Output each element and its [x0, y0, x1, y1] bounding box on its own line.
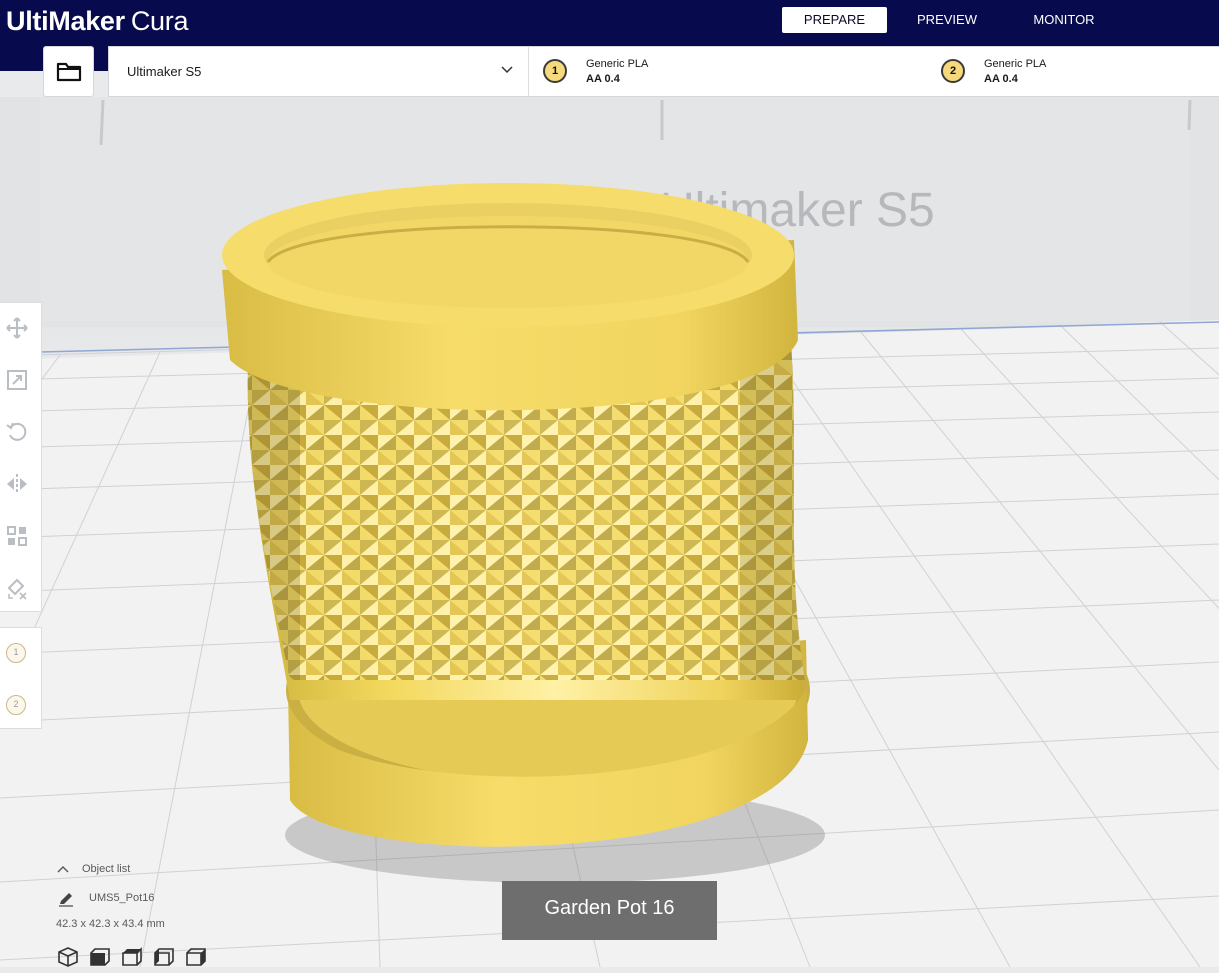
scale-icon	[7, 370, 27, 390]
3d-view-button[interactable]	[57, 946, 81, 968]
object-name: UMS5_Pot16	[89, 892, 155, 904]
extruder-1-material: Generic PLA	[586, 58, 649, 70]
3d-view-icon	[58, 947, 78, 967]
support-blocker-button[interactable]	[5, 576, 29, 600]
object-list-panel: Object list UMS5_Pot16 42.3 x 42.3 x 43.…	[56, 862, 316, 967]
tab-preview[interactable]: PREVIEW	[905, 7, 989, 33]
front-view-icon	[90, 948, 110, 966]
3d-viewport[interactable]: Ultimaker S5	[0, 97, 1219, 967]
extruder-panel: 1 2	[0, 627, 42, 729]
object-list-title: Object list	[82, 863, 131, 875]
extruder-1-button[interactable]: 1	[6, 643, 26, 663]
extruder-1-nozzle: AA 0.4	[586, 73, 620, 85]
build-volume-scene: Ultimaker S5	[0, 97, 1219, 967]
rotate-icon	[6, 422, 27, 441]
tool-panel	[0, 302, 42, 612]
app-logo: UltiMaker Cura	[6, 4, 188, 38]
object-dimensions: 42.3 x 42.3 x 43.4 mm	[56, 918, 165, 930]
extruder-2-button[interactable]: 2	[6, 695, 26, 715]
extruder-2-nozzle: AA 0.4	[984, 73, 1018, 85]
extruder-2-icon: 2	[941, 59, 965, 83]
edit-icon	[59, 893, 73, 907]
tab-monitor[interactable]: MONITOR	[1020, 7, 1108, 33]
per-model-settings-button[interactable]	[5, 524, 29, 548]
front-view-button[interactable]	[89, 946, 113, 968]
left-view-button[interactable]	[153, 946, 177, 968]
machine-bar: Ultimaker S5 1 Generic PLA AA 0.4 2 Gene…	[108, 46, 1219, 97]
chevron-down-icon	[501, 66, 513, 74]
move-tool-button[interactable]	[5, 316, 29, 340]
folder-icon	[56, 62, 82, 82]
printer-name: Ultimaker S5	[127, 64, 202, 79]
mirror-tool-button[interactable]	[5, 472, 29, 496]
top-view-button[interactable]	[121, 946, 145, 968]
header-bar: UltiMaker Cura PREPARE PREVIEW MONITOR	[0, 0, 1219, 46]
tab-prepare[interactable]: PREPARE	[782, 7, 887, 33]
top-view-icon	[122, 947, 142, 966]
support-blocker-icon	[7, 578, 27, 600]
scale-tool-button[interactable]	[5, 368, 29, 392]
brand-product: Cura	[130, 6, 189, 36]
printer-selector[interactable]: Ultimaker S5	[109, 47, 529, 96]
move-icon	[6, 317, 28, 339]
per-model-settings-icon	[7, 526, 27, 546]
left-view-icon	[154, 948, 174, 966]
chevron-up-icon	[57, 866, 69, 873]
rotate-tool-button[interactable]	[5, 420, 29, 444]
extruder-1-icon: 1	[543, 59, 567, 83]
extruder-2-material: Generic PLA	[984, 58, 1047, 70]
right-view-button[interactable]	[185, 946, 209, 968]
open-file-button[interactable]	[43, 46, 94, 97]
right-view-icon	[186, 948, 206, 966]
object-tooltip: Garden Pot 16	[502, 881, 717, 940]
mirror-icon	[7, 474, 27, 494]
brand-name: UltiMaker	[6, 6, 125, 36]
